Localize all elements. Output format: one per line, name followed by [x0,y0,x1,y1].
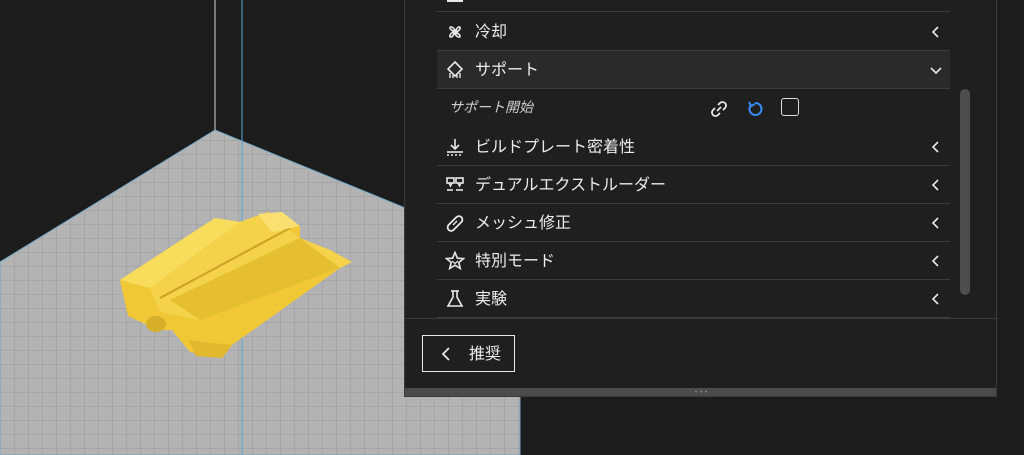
settings-category-experimental[interactable]: 実験 [437,280,950,318]
settings-category-hidden[interactable] [437,0,950,12]
setting-row-enable-support: サポート開始 [437,89,950,127]
category-label-support: サポート [475,60,540,79]
panel-resize-handle[interactable] [405,388,996,396]
flask-icon [446,290,464,307]
chevron-left-icon [931,26,939,38]
category-label-mesh-fixes: メッシュ修正 [475,213,572,232]
recommended-mode-button[interactable]: 推奨 [422,335,515,372]
chevron-left-icon [931,141,939,153]
build-plate-adhesion-icon [447,139,463,156]
link-icon[interactable] [709,99,729,119]
settings-scrollbar[interactable] [960,89,970,295]
chevron-left-icon [441,347,450,361]
support-icon [446,60,464,78]
recommended-mode-label: 推奨 [469,344,502,363]
settings-category-special-modes[interactable]: 特別モード [437,242,950,280]
category-label-cooling: 冷却 [475,22,508,41]
chevron-left-icon [931,255,939,267]
chevron-left-icon [931,179,939,191]
settings-category-mesh-fixes[interactable]: メッシュ修正 [437,204,950,242]
settings-category-cooling[interactable]: 冷却 [437,13,950,51]
chevron-down-icon [930,67,942,75]
bandage-icon [446,215,464,232]
category-icon [447,0,463,2]
setting-label-enable-support: サポート開始 [449,100,533,116]
chevron-left-icon [931,217,939,229]
panel-divider [405,318,998,319]
settings-category-build-plate-adhesion[interactable]: ビルドプレート密着性 [437,128,950,166]
fan-icon [449,26,461,38]
category-label-build-plate-adhesion: ビルドプレート密着性 [475,137,636,156]
dual-extruder-icon [446,177,464,191]
category-label-dual-extruder: デュアルエクストルーダー [475,175,667,194]
grip-dots-icon [695,390,707,393]
print-settings-panel: 冷却 サポート サポート開始 ビルドプレート密着性 デュアルエクストルーダー メ… [404,0,998,397]
category-label-experimental: 実験 [475,289,508,308]
star-icon [445,251,465,271]
settings-category-dual-extruder[interactable]: デュアルエクストルーダー [437,166,950,204]
settings-category-support[interactable]: サポート [437,51,950,89]
category-label-special-modes: 特別モード [475,251,556,270]
reset-icon[interactable] [745,99,765,119]
chevron-left-icon [931,293,939,305]
enable-support-checkbox[interactable] [781,98,799,116]
